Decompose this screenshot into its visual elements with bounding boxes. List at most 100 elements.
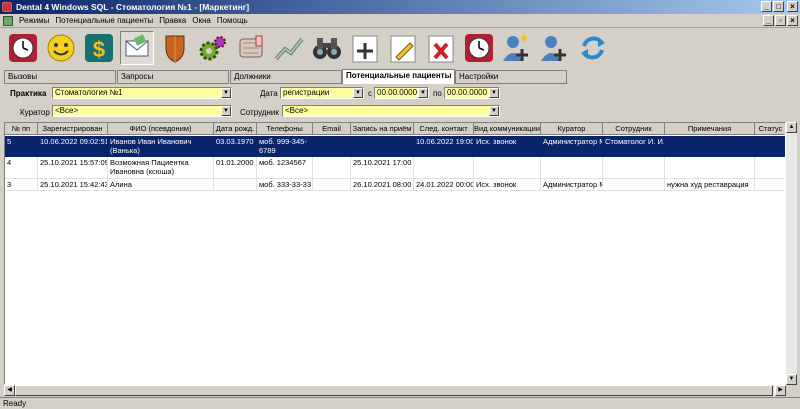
- toolbar-edit-button[interactable]: [386, 31, 420, 65]
- toolbar-search-button[interactable]: [310, 31, 344, 65]
- patients-grid[interactable]: № пп Зарегистрирован ФИО (псевдоним) Дат…: [4, 122, 786, 385]
- status-text: Ready: [3, 399, 27, 408]
- column-header-curator[interactable]: Куратор: [541, 123, 603, 135]
- from-label: с: [368, 89, 372, 98]
- toolbar: $: [0, 29, 800, 69]
- horizontal-scrollbar[interactable]: ◀ ▶: [4, 385, 786, 396]
- column-header-status[interactable]: Статус: [755, 123, 785, 135]
- grid-header: № пп Зарегистрирован ФИО (псевдоним) Дат…: [5, 123, 785, 135]
- document-icon[interactable]: [3, 16, 13, 26]
- chevron-down-icon[interactable]: ▼: [489, 88, 499, 98]
- scroll-up-icon[interactable]: ▲: [786, 122, 797, 133]
- scroll-left-icon[interactable]: ◀: [4, 385, 15, 396]
- row-name: Возможная Пациентка Ивановна (ксюша): [108, 157, 214, 179]
- table-row[interactable]: 4 25.10.2021 15:57:09 Возможная Пациентк…: [5, 157, 785, 179]
- table-row[interactable]: 3 25.10.2021 15:42:43 Алина моб. 333-33-…: [5, 179, 785, 191]
- toolbar-delete-button[interactable]: [424, 31, 458, 65]
- toolbar-add-group-button[interactable]: [500, 31, 534, 65]
- close-button[interactable]: ×: [787, 1, 798, 12]
- vertical-scrollbar[interactable]: ▲ ▼: [786, 122, 797, 385]
- toolbar-add-button[interactable]: [348, 31, 382, 65]
- column-header-communication[interactable]: Вид коммуникации: [474, 123, 541, 135]
- row-phones: моб. 333-33-33: [257, 179, 313, 191]
- chevron-down-icon[interactable]: ▼: [489, 106, 499, 116]
- row-next-contact: [414, 157, 474, 179]
- chevron-down-icon[interactable]: ▼: [221, 106, 231, 116]
- column-header-next-contact[interactable]: След. контакт: [414, 123, 474, 135]
- row-communication: [474, 157, 541, 179]
- curator-select[interactable]: <Все> ▼: [52, 105, 232, 117]
- toolbar-marketing-button[interactable]: [120, 31, 154, 65]
- row-name: Алина: [108, 179, 214, 191]
- toolbar-reports-button[interactable]: [272, 31, 306, 65]
- column-header-appointment[interactable]: Запись на приём: [351, 123, 414, 135]
- date-type-select[interactable]: регистрации ▼: [280, 87, 364, 99]
- row-curator: [541, 157, 603, 179]
- row-employee: Стоматолог И. И.: [603, 136, 665, 157]
- row-next-contact: 10.06.2022 19:00: [414, 136, 474, 157]
- menu-edit[interactable]: Правка: [159, 16, 186, 25]
- toolbar-settings-button[interactable]: [196, 31, 230, 65]
- column-header-name[interactable]: ФИО (псевдоним): [108, 123, 214, 135]
- column-header-phones[interactable]: Телефоны: [257, 123, 313, 135]
- practice-label: Практика: [10, 89, 47, 98]
- chevron-down-icon[interactable]: ▼: [353, 88, 363, 98]
- toolbar-patients-button[interactable]: [44, 31, 78, 65]
- row-appointment: [351, 136, 414, 157]
- row-birthdate: [214, 179, 257, 191]
- column-header-notes[interactable]: Примечания: [665, 123, 755, 135]
- column-header-registered[interactable]: Зарегистрирован: [38, 123, 108, 135]
- chevron-down-icon[interactable]: ▼: [418, 88, 428, 98]
- curator-value: <Все>: [55, 106, 79, 115]
- toolbar-calls-button[interactable]: [6, 31, 40, 65]
- menu-modes[interactable]: Режимы: [19, 16, 49, 25]
- toolbar-insurance-button[interactable]: [158, 31, 192, 65]
- toolbar-schedule-button[interactable]: [462, 31, 496, 65]
- tab-requests[interactable]: Запросы: [117, 70, 229, 84]
- row-name: Иванов Иван Иванович (Ванька): [108, 136, 214, 157]
- toolbar-finance-button[interactable]: $: [82, 31, 116, 65]
- toolbar-dental-button[interactable]: [234, 31, 268, 65]
- column-header-employee[interactable]: Сотрудник: [603, 123, 665, 135]
- clock-icon: [465, 34, 493, 62]
- tab-settings[interactable]: Настройки: [455, 70, 567, 84]
- table-row[interactable]: 5 10.06.2022 09:02:51 Иванов Иван Иванов…: [5, 136, 785, 157]
- date-to-field[interactable]: 00.00.0000 ▼: [444, 87, 500, 99]
- menu-windows[interactable]: Окна: [192, 16, 211, 25]
- menu-help[interactable]: Помощь: [217, 16, 248, 25]
- scroll-right-icon[interactable]: ▶: [775, 385, 786, 396]
- mdi-restore-button[interactable]: ▫: [775, 15, 786, 26]
- employee-value: <Все>: [285, 106, 309, 115]
- chart-icon: [274, 37, 304, 61]
- practice-select[interactable]: Стоматология №1 ▼: [52, 87, 232, 99]
- row-notes: [665, 157, 755, 179]
- smiley-icon: [47, 34, 75, 62]
- row-status: [755, 136, 785, 157]
- chevron-down-icon[interactable]: ▼: [221, 88, 231, 98]
- date-from-field[interactable]: 00.00.0000 ▼: [374, 87, 429, 99]
- edit-pencil-icon: [390, 35, 416, 63]
- tab-potential-patients[interactable]: Потенциальные пациенты: [342, 69, 455, 84]
- employee-select[interactable]: <Все> ▼: [282, 105, 500, 117]
- toolbar-refresh-button[interactable]: [576, 31, 610, 65]
- row-birthdate: 03.03.1970: [214, 136, 257, 157]
- toolbar-add-user-button[interactable]: [538, 31, 572, 65]
- menu-potential-patients[interactable]: Потенциальные пациенты: [55, 16, 153, 25]
- maximize-button[interactable]: □: [773, 1, 784, 12]
- column-header-email[interactable]: Email: [313, 123, 351, 135]
- scroll-thumb[interactable]: [15, 385, 773, 396]
- filter-panel: Практика Стоматология №1 ▼ Дата регистра…: [4, 84, 794, 122]
- column-header-number[interactable]: № пп: [5, 123, 38, 135]
- tab-debtors[interactable]: Должники: [230, 70, 342, 84]
- column-header-birthdate[interactable]: Дата рожд.: [214, 123, 257, 135]
- row-curator: Администратор М: [541, 179, 603, 191]
- row-registered: 25.10.2021 15:42:43: [38, 179, 108, 191]
- mdi-close-button[interactable]: ×: [787, 15, 798, 26]
- date-to-value: 00.00.0000: [447, 88, 488, 97]
- minimize-button[interactable]: _: [761, 1, 772, 12]
- mdi-minimize-button[interactable]: _: [763, 15, 774, 26]
- tab-calls[interactable]: Вызовы: [4, 70, 116, 84]
- scroll-down-icon[interactable]: ▼: [786, 374, 797, 385]
- row-appointment: 25.10.2021 17:00: [351, 157, 414, 179]
- row-phones: моб. 999-345-6789: [257, 136, 313, 157]
